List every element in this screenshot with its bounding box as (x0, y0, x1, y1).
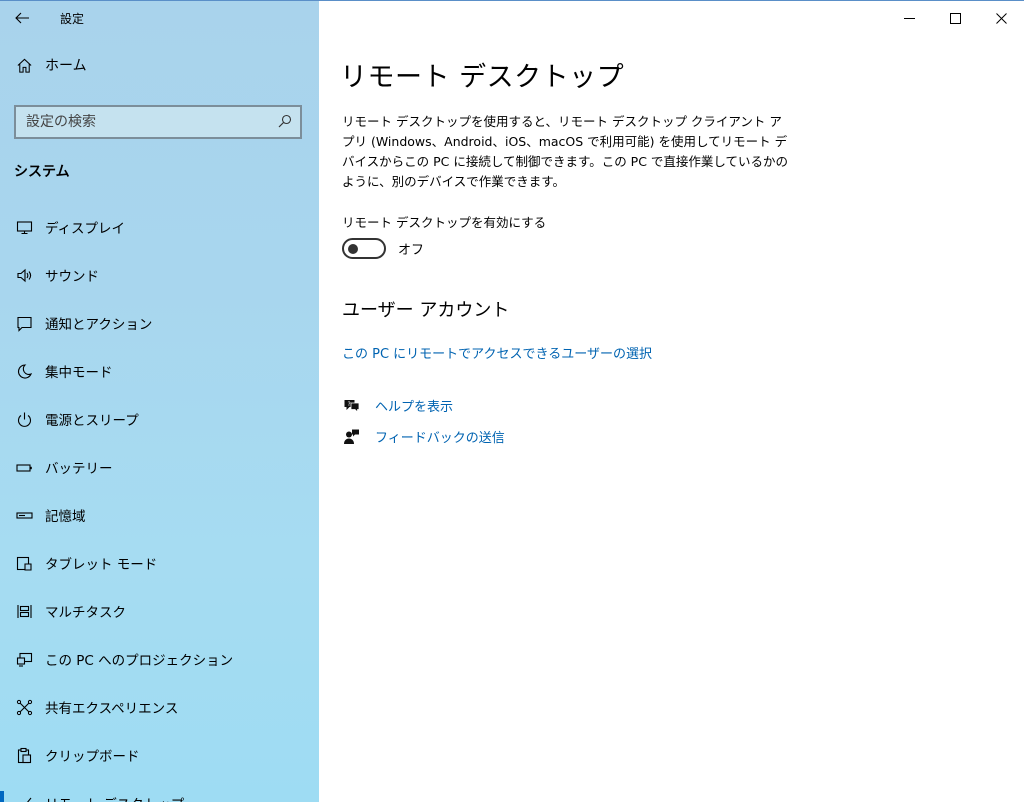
sidebar-item-label: リモート デスクトップ (45, 793, 184, 802)
toggle-row: オフ (342, 238, 424, 259)
sidebar-item-label: 集中モード (45, 365, 113, 381)
title-bar-left: 設定 (0, 1, 319, 35)
page-title: リモート デスクトップ (340, 62, 625, 93)
help-row[interactable]: ? ヘルプを表示 (342, 396, 453, 415)
svg-text:?: ? (347, 401, 350, 408)
sidebar-item-label: この PC へのプロジェクション (45, 653, 234, 669)
sidebar-section-header: システム (14, 164, 70, 180)
help-chat-icon: ? (342, 397, 360, 415)
sidebar-item-label: タブレット モード (45, 557, 158, 573)
moon-icon (14, 361, 34, 381)
sidebar: 設定 ホーム システム ディスプレイ (0, 1, 319, 802)
feedback-person-icon (342, 428, 360, 446)
maximize-icon (949, 12, 961, 24)
sidebar-item-label: サウンド (45, 269, 99, 285)
minimize-button[interactable] (886, 1, 932, 35)
nav-home[interactable]: ホーム (0, 41, 319, 89)
projection-icon (14, 649, 34, 669)
toggle-state-text: オフ (398, 243, 425, 258)
sidebar-item-label: 記憶域 (45, 509, 86, 525)
nav-list: ディスプレイ サウンド 通知とアクション 集中モード 電源とスリープ バッテリー… (0, 203, 319, 802)
sidebar-item-label: 電源とスリープ (45, 413, 139, 429)
tablet-icon (14, 553, 34, 573)
sidebar-item-battery[interactable]: バッテリー (0, 443, 319, 491)
back-button[interactable] (0, 1, 44, 35)
close-button[interactable] (978, 1, 1024, 35)
speaker-icon (14, 265, 34, 285)
sidebar-item-sound[interactable]: サウンド (0, 251, 319, 299)
app-title: 設定 (60, 11, 85, 26)
back-arrow-icon (15, 12, 29, 24)
sidebar-item-label: バッテリー (45, 461, 113, 477)
maximize-button[interactable] (932, 1, 978, 35)
sidebar-item-focus-assist[interactable]: 集中モード (0, 347, 319, 395)
clipboard-icon (14, 745, 34, 765)
sidebar-item-remote-desktop[interactable]: リモート デスクトップ (0, 779, 319, 802)
user-accounts-heading: ユーザー アカウント (342, 300, 510, 321)
power-icon (14, 409, 34, 429)
sidebar-item-notifications[interactable]: 通知とアクション (0, 299, 319, 347)
sidebar-item-projection[interactable]: この PC へのプロジェクション (0, 635, 319, 683)
toggle-label: リモート デスクトップを有効にする (342, 215, 547, 230)
main-content: リモート デスクトップ リモート デスクトップを使用すると、リモート デスクトッ… (319, 1, 1024, 802)
monitor-icon (14, 217, 34, 237)
search-input[interactable] (26, 114, 266, 130)
select-users-link[interactable]: この PC にリモートでアクセスできるユーザーの選択 (342, 343, 652, 362)
description-text: リモート デスクトップを使用すると、リモート デスクトップ クライアント アプリ… (342, 114, 789, 189)
settings-window: 設定 ホーム システム ディスプレイ (0, 0, 1024, 802)
battery-icon (14, 457, 34, 477)
window-controls (886, 1, 1024, 35)
sidebar-item-storage[interactable]: 記憶域 (0, 491, 319, 539)
search-icon[interactable] (278, 113, 292, 132)
sidebar-item-shared-experiences[interactable]: 共有エクスペリエンス (0, 683, 319, 731)
remote-desktop-toggle[interactable] (342, 238, 386, 259)
sidebar-item-label: 通知とアクション (45, 317, 153, 333)
shared-icon (14, 697, 34, 717)
help-link[interactable]: ヘルプを表示 (375, 396, 453, 415)
sidebar-item-display[interactable]: ディスプレイ (0, 203, 319, 251)
multitask-icon (14, 601, 34, 621)
sidebar-item-label: マルチタスク (45, 605, 126, 621)
home-icon (15, 56, 33, 74)
sidebar-item-label: クリップボード (45, 749, 140, 765)
toggle-knob (348, 243, 358, 254)
sidebar-item-tablet-mode[interactable]: タブレット モード (0, 539, 319, 587)
sidebar-item-label: ディスプレイ (45, 221, 126, 237)
sidebar-item-label: 共有エクスペリエンス (45, 701, 179, 717)
close-icon (995, 12, 1007, 24)
sidebar-item-power[interactable]: 電源とスリープ (0, 395, 319, 443)
remote-desktop-icon (14, 793, 34, 802)
nav-home-label: ホーム (45, 58, 87, 74)
sidebar-item-multitasking[interactable]: マルチタスク (0, 587, 319, 635)
sidebar-item-clipboard[interactable]: クリップボード (0, 731, 319, 779)
notification-icon (14, 313, 34, 333)
feedback-row[interactable]: フィードバックの送信 (342, 427, 505, 446)
search-box[interactable] (14, 105, 302, 139)
feedback-link[interactable]: フィードバックの送信 (375, 427, 505, 446)
minimize-icon (903, 17, 915, 19)
storage-icon (14, 505, 34, 525)
